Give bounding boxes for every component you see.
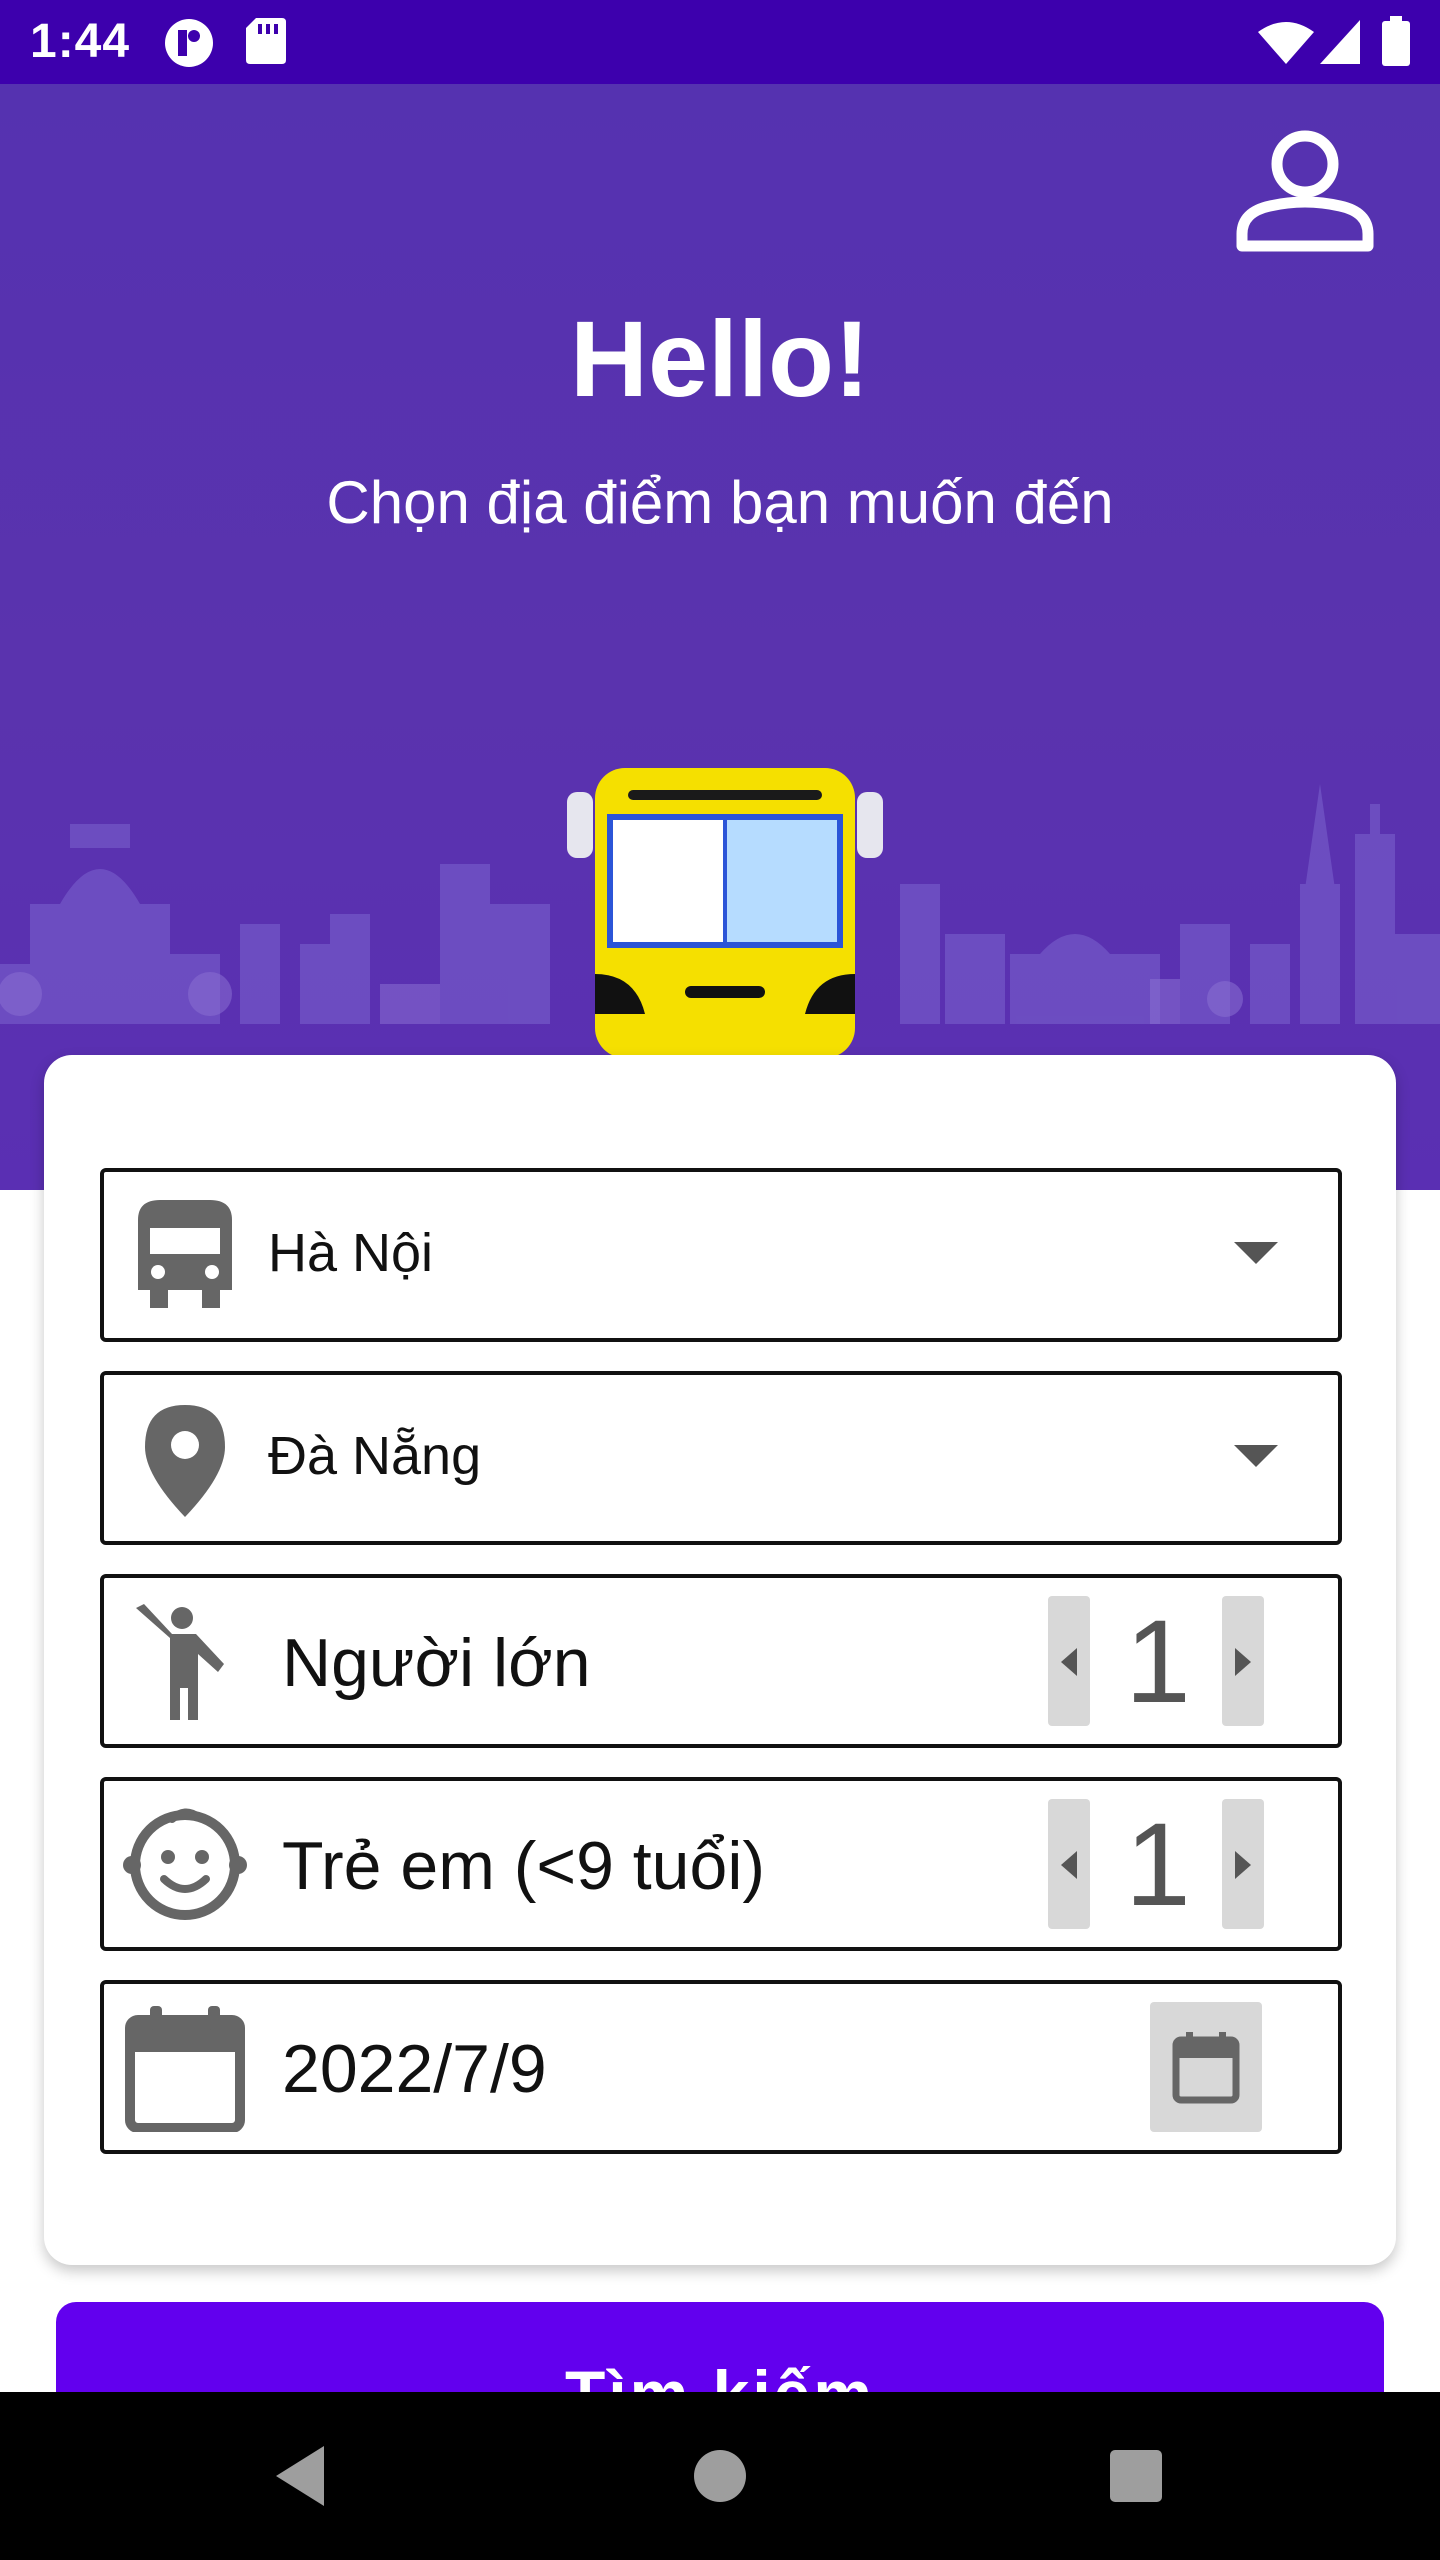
status-time: 1:44 <box>30 15 131 68</box>
adult-count-field: Người lớn 1 <box>100 1574 1342 1748</box>
page-title: Hello! <box>569 298 870 419</box>
chevron-down-icon[interactable] <box>1234 1242 1278 1268</box>
battery-icon <box>1382 16 1410 66</box>
origin-value: Hà Nội <box>268 1223 434 1283</box>
wifi-icon <box>1258 22 1314 64</box>
location-pin-icon <box>145 1405 225 1517</box>
destination-select[interactable]: Đà Nẵng <box>100 1371 1342 1545</box>
child-count-field: Trẻ em (<9 tuổi) 1 <box>100 1777 1342 1951</box>
search-form-card: Hà Nội Đà Nẵng Người lớn 1 Trẻ em (<9 tu… <box>44 1055 1396 2265</box>
child-decrement-button[interactable] <box>1048 1799 1090 1929</box>
origin-select[interactable]: Hà Nội <box>100 1168 1342 1342</box>
chevron-down-icon[interactable] <box>1234 1445 1278 1471</box>
chevron-right-icon <box>1235 1851 1251 1879</box>
chevron-left-icon <box>1061 1648 1077 1676</box>
signal-icon <box>1320 20 1360 64</box>
date-picker-button[interactable] <box>1150 2002 1262 2132</box>
adult-label: Người lớn <box>282 1625 591 1701</box>
recents-icon[interactable] <box>1096 2436 1176 2516</box>
app-notification-icon <box>165 19 213 67</box>
adult-decrement-button[interactable] <box>1048 1596 1090 1726</box>
child-label: Trẻ em (<9 tuổi) <box>282 1828 766 1904</box>
status-bar: 1:44 <box>0 0 1440 84</box>
home-icon[interactable] <box>680 2436 760 2516</box>
calendar-icon <box>1172 2032 1240 2104</box>
adult-count-value: 1 <box>1125 1596 1191 1728</box>
date-field[interactable]: 2022/7/9 <box>100 1980 1342 2154</box>
person-icon <box>1236 130 1374 252</box>
back-icon[interactable] <box>262 2436 342 2516</box>
hero-banner: Hello! Chọn địa điểm bạn muốn đến <box>0 84 1440 1190</box>
baby-face-icon <box>123 1808 247 1920</box>
sd-card-icon <box>246 18 286 64</box>
profile-button[interactable] <box>1230 114 1380 264</box>
adult-increment-button[interactable] <box>1222 1596 1264 1726</box>
page-subtitle: Chọn địa điểm bạn muốn đến <box>326 469 1114 536</box>
destination-value: Đà Nẵng <box>268 1426 482 1486</box>
chevron-left-icon <box>1061 1851 1077 1879</box>
date-value: 2022/7/9 <box>282 2031 547 2107</box>
child-increment-button[interactable] <box>1222 1799 1264 1929</box>
chevron-right-icon <box>1235 1648 1251 1676</box>
bus-icon <box>138 1200 232 1308</box>
calendar-icon <box>125 2006 245 2132</box>
person-waving-icon <box>136 1604 224 1720</box>
system-navigation-bar <box>0 2392 1440 2560</box>
child-count-value: 1 <box>1125 1799 1191 1931</box>
